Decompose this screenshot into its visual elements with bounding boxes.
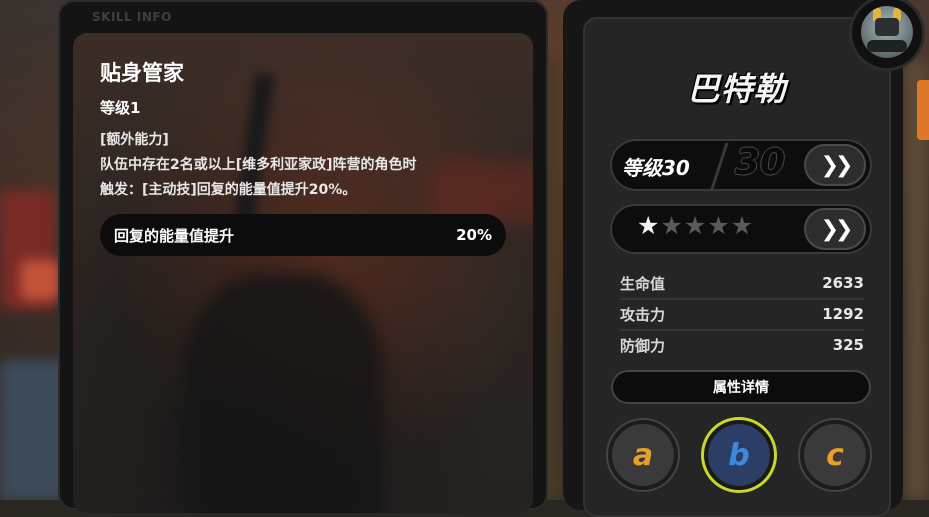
effect-label: 回复的能量值提升 (114, 226, 235, 245)
skill-effect-bar: 回复的能量值提升 20% (100, 214, 506, 256)
stat-label: 生命值 (620, 274, 666, 293)
agent-level: 等级30 (622, 156, 690, 180)
stat-value: 2633 (822, 274, 864, 292)
skill-letter: b (728, 437, 750, 473)
double-chevron-right-icon: ❯❯ (820, 152, 854, 178)
star-icon: ★ (683, 211, 708, 240)
skill-c-button[interactable]: c (804, 424, 866, 486)
skill-desc-line: [额外能力] (100, 132, 169, 148)
agent-name: 巴特勒 (687, 70, 787, 108)
star-icon: ★ (660, 211, 684, 240)
star-icon: ★ (730, 211, 755, 240)
skill-a-button[interactable]: a (612, 424, 674, 486)
avatar-tread (867, 40, 907, 52)
level-up-button[interactable]: ❯❯ (804, 144, 866, 186)
star-icon: ★ (637, 211, 661, 240)
level-cap: 30 (735, 142, 786, 183)
double-chevron-right-icon: ❯❯ (820, 216, 854, 242)
stat-label: 防御力 (620, 336, 666, 355)
stat-row-hp: 生命值 2633 (620, 268, 864, 300)
stat-row-def: 防御力 325 (620, 330, 864, 360)
side-tab-indicator[interactable] (917, 80, 929, 140)
skill-preview-area (73, 33, 533, 513)
attribute-details-button[interactable]: 属性详情 (611, 370, 871, 404)
skill-letter: c (826, 437, 844, 473)
skill-b-button[interactable]: b (708, 424, 770, 486)
stat-value: 1292 (822, 305, 864, 323)
skill-name: 贴身管家 (100, 61, 184, 85)
avatar-face (875, 18, 899, 36)
skill-description: [额外能力] 队伍中存在2名或以上[维多利亚家政]阵营的角色时 触发：[主动技]… (100, 128, 520, 203)
stat-row-atk: 攻击力 1292 (620, 299, 864, 331)
skill-level: 等级1 (100, 99, 141, 117)
skill-letter: a (632, 437, 654, 473)
skill-info-tag: SKILL INFO (92, 10, 172, 24)
scene-blur-shape (20, 260, 60, 300)
stat-label: 攻击力 (620, 305, 666, 324)
star-up-button[interactable]: ❯❯ (804, 208, 866, 250)
skill-desc-line: 触发：[主动技]回复的能量值提升20%。 (100, 182, 357, 198)
stat-value: 325 (832, 336, 864, 354)
effect-value: 20% (456, 226, 492, 244)
star-icon: ★ (707, 211, 731, 240)
star-rating: ★★★★★ (637, 211, 754, 240)
agent-silhouette (183, 273, 383, 513)
skill-desc-line: 队伍中存在2名或以上[维多利亚家政]阵营的角色时 (100, 157, 417, 173)
robot-agent-avatar-icon[interactable] (861, 6, 913, 58)
